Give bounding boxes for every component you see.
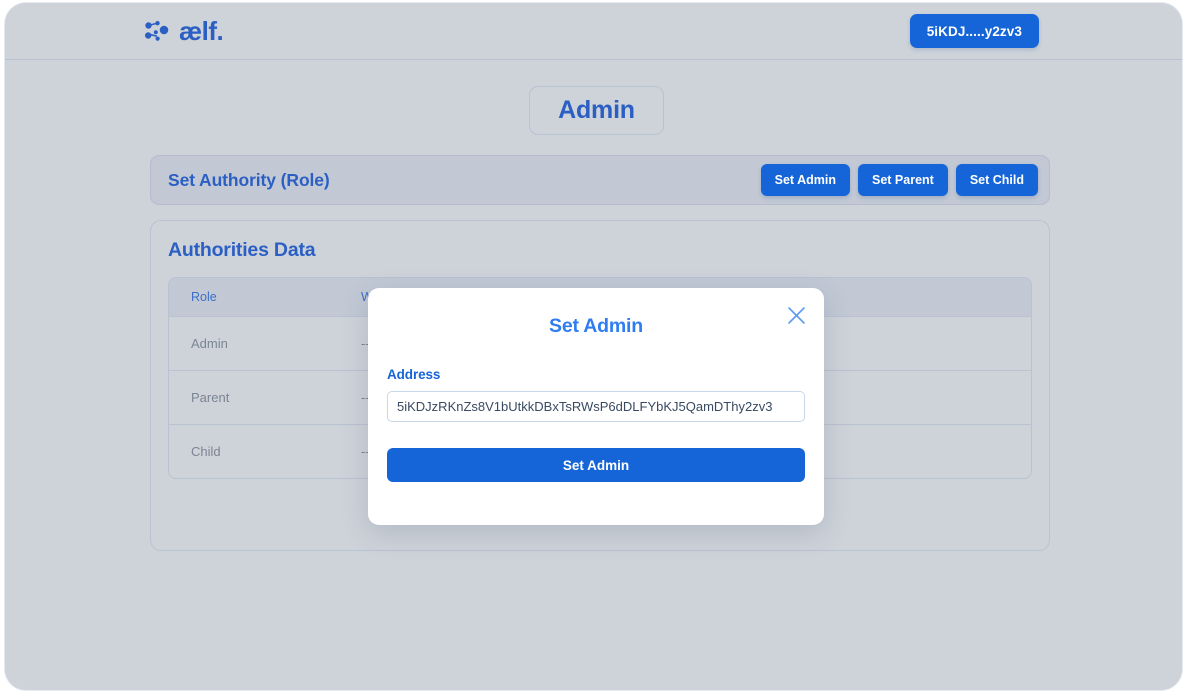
aelf-nodes-logo-icon — [145, 21, 169, 41]
top-navigation-bar: ælf. 5iKDJ.....y2zv3 — [5, 3, 1182, 60]
modal-title: Set Admin — [549, 315, 643, 337]
page-title-container: Admin — [529, 86, 664, 135]
cell-role: Child — [191, 443, 221, 459]
brand-name: ælf. — [179, 16, 224, 46]
authorities-data-title: Authorities Data — [168, 239, 316, 261]
address-field-label: Address — [387, 367, 441, 382]
cell-role: Parent — [169, 370, 339, 425]
column-header-role: Role — [169, 278, 339, 317]
page-content: Admin Set Authority (Role) Set Admin Set… — [5, 60, 1182, 690]
modal-set-admin-submit-button[interactable]: Set Admin — [387, 448, 805, 482]
wallet-address-button[interactable]: 5iKDJ.....y2zv3 — [909, 14, 1039, 48]
set-authority-title: Set Authority (Role) — [168, 169, 330, 190]
set-child-button[interactable]: Set Child — [955, 164, 1038, 196]
set-authority-panel: Set Authority (Role) Set Admin Set Paren… — [150, 155, 1050, 205]
brand-logo[interactable]: ælf. — [144, 15, 224, 49]
set-admin-modal: Set Admin Address Set Admin — [368, 288, 824, 525]
set-admin-button[interactable]: Set Admin — [760, 164, 850, 196]
close-icon[interactable] — [783, 302, 809, 328]
close-x-icon — [787, 306, 805, 324]
cell-role: Admin — [169, 316, 339, 371]
address-input[interactable] — [387, 391, 805, 422]
set-parent-button[interactable]: Set Parent — [857, 164, 948, 196]
page-title: Admin — [558, 96, 635, 124]
app-window: ælf. 5iKDJ.....y2zv3 Admin Set Authority… — [4, 2, 1183, 691]
